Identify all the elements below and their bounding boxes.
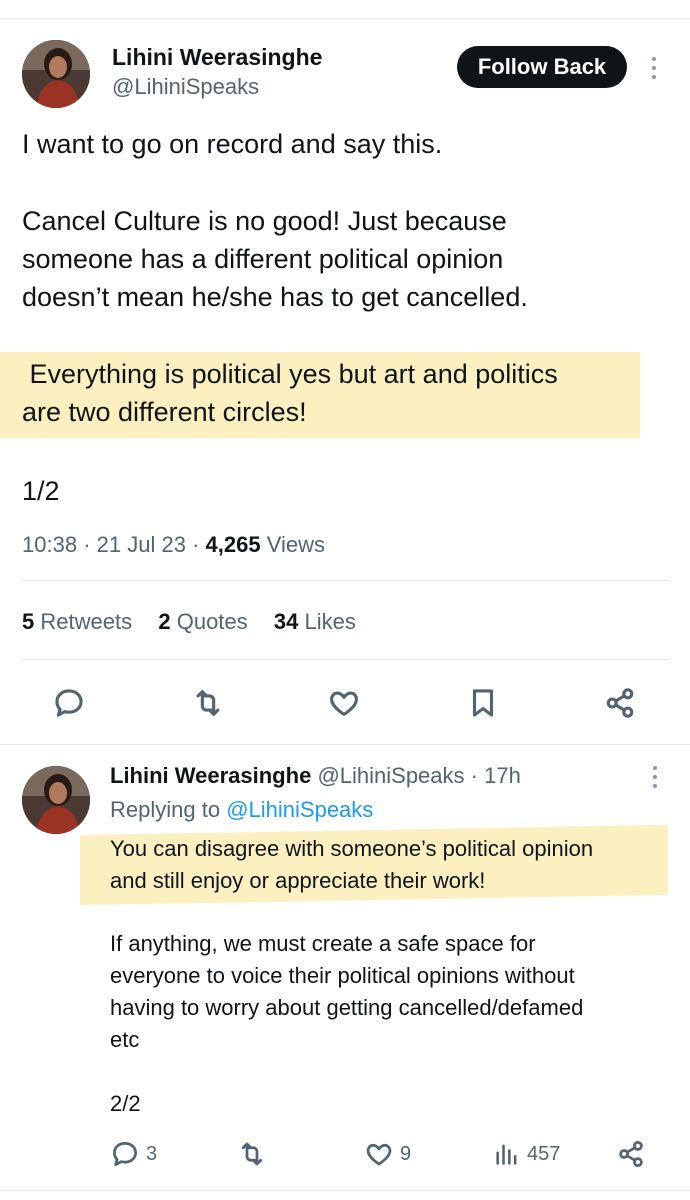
- retweet-button[interactable]: [190, 686, 226, 720]
- replying-to: Replying to @LihiniSpeaks: [110, 797, 373, 823]
- bookmark-icon: [472, 689, 494, 717]
- heart-icon: [330, 691, 358, 716]
- reply-count: 3: [146, 1142, 158, 1165]
- tweet-text-line: everyone to voice their political opinio…: [110, 963, 575, 988]
- tweet-date[interactable]: 21 Jul 23: [97, 532, 186, 557]
- author-name[interactable]: Lihini Weerasinghe: [112, 44, 322, 71]
- like-count: 9: [400, 1142, 412, 1165]
- retweets-stat[interactable]: 5 Retweets: [22, 609, 132, 634]
- tweet-text-line: If anything, we must create a safe space…: [110, 931, 536, 956]
- reply-header: Lihini Weerasinghe @LihiniSpeaks · 17h: [110, 763, 521, 788]
- retweet-button[interactable]: [236, 1139, 268, 1169]
- retweet-icon: [241, 1142, 263, 1166]
- divider: [0, 744, 690, 745]
- tweet-text-line: someone has a different political opinio…: [22, 244, 504, 274]
- avatar-image: [22, 40, 90, 108]
- engagement-stats: 5 Retweets 2 Quotes 34 Likes: [22, 609, 356, 635]
- tweet-text-line: Everything is political yes but art and …: [22, 359, 558, 389]
- tweet-text-line: and still enjoy or appreciate their work…: [110, 868, 486, 893]
- tweet-meta: 10:38 · 21 Jul 23 · 4,265 Views: [22, 532, 325, 557]
- heart-icon: [366, 1143, 392, 1166]
- tweet-thread-counter: 1/2: [22, 476, 60, 506]
- views-label: Views: [266, 532, 325, 557]
- reply-icon: [113, 1142, 137, 1166]
- author-handle[interactable]: @LihiniSpeaks: [112, 74, 259, 100]
- reply-icon: [55, 689, 83, 717]
- quotes-label: Quotes: [176, 609, 248, 634]
- quotes-count: 2: [158, 609, 171, 634]
- likes-stat[interactable]: 34 Likes: [274, 609, 356, 634]
- share-icon: [619, 1141, 643, 1167]
- tweet-text-line: etc: [110, 1027, 140, 1052]
- avatar-image: [22, 766, 90, 834]
- like-button[interactable]: 9: [364, 1139, 411, 1169]
- replying-to-label: Replying to: [110, 797, 221, 822]
- views-button[interactable]: 457: [493, 1139, 560, 1169]
- bookmark-button[interactable]: [466, 686, 500, 720]
- more-options-icon[interactable]: [652, 57, 656, 79]
- quotes-stat[interactable]: 2 Quotes: [158, 609, 247, 634]
- top-divider: [0, 18, 690, 19]
- retweet-icon: [196, 690, 220, 716]
- tweet-thread-counter: 2/2: [110, 1091, 141, 1116]
- tweet-text-line: You can disagree with someone’s politica…: [110, 836, 594, 861]
- author-handle[interactable]: @LihiniSpeaks: [317, 763, 464, 788]
- divider: [22, 580, 670, 581]
- likes-count: 34: [273, 609, 299, 634]
- reply-button[interactable]: [52, 686, 86, 720]
- tweet-age[interactable]: 17h: [484, 763, 521, 788]
- share-button[interactable]: [616, 1139, 646, 1169]
- reply-button[interactable]: 3: [110, 1139, 157, 1169]
- divider: [22, 659, 670, 660]
- avatar[interactable]: [22, 40, 90, 108]
- tweet-text-line: doesn’t mean he/she has to get cancelled…: [22, 282, 528, 312]
- views-count: 4,265: [205, 532, 261, 557]
- analytics-icon: [496, 1144, 517, 1165]
- more-options-icon[interactable]: [653, 766, 657, 788]
- share-button[interactable]: [603, 686, 637, 720]
- tweet-text-line: having to worry about getting cancelled/…: [110, 995, 584, 1020]
- follow-back-button[interactable]: Follow Back: [457, 46, 627, 88]
- tweet-text-line: I want to go on record and say this.: [22, 129, 443, 159]
- tweet-text-line: Cancel Culture is no good! Just because: [22, 206, 507, 236]
- replying-to-handle[interactable]: @LihiniSpeaks: [226, 797, 373, 822]
- author-name[interactable]: Lihini Weerasinghe: [110, 763, 311, 788]
- bottom-divider: [0, 1190, 690, 1191]
- tweet-time[interactable]: 10:38: [22, 532, 77, 557]
- retweets-count: 5: [22, 609, 35, 634]
- retweets-label: Retweets: [40, 609, 133, 634]
- tweet-text-line: are two different circles!: [22, 397, 307, 427]
- avatar[interactable]: [22, 766, 90, 834]
- views-count: 457: [527, 1142, 561, 1165]
- like-button[interactable]: [327, 686, 361, 720]
- likes-label: Likes: [304, 609, 356, 634]
- share-icon: [606, 688, 634, 718]
